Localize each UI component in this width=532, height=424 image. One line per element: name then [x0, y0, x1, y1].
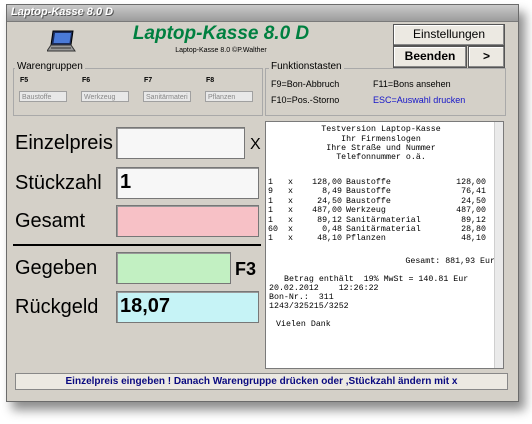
- receipt-item-price: 487,00: [312, 206, 342, 216]
- receipt-item-name: Sanitärmaterial: [346, 225, 421, 234]
- receipt-item-price: 128,00: [312, 178, 342, 187]
- einzelpreis-input[interactable]: [116, 127, 245, 159]
- funktionstasten-group: [265, 68, 506, 116]
- receipt-item-x: x: [288, 206, 293, 216]
- gesamt-label: Gesamt: [15, 210, 86, 232]
- f8-key-label: F8: [206, 77, 215, 84]
- receipt-item-qty: 60: [268, 225, 278, 234]
- einzelpreis-label: Einzelpreis: [15, 132, 113, 154]
- receipt-item-qty: 1: [268, 234, 273, 244]
- warengruppe-f8-name: Pflanzen: [208, 94, 236, 101]
- warengruppe-f6-button[interactable]: Werkzeug: [81, 91, 129, 102]
- receipt-item-name: Werkzeug: [346, 206, 386, 216]
- title-bar: Laptop-Kasse 8.0 D: [7, 5, 518, 22]
- app-subtitle: Laptop-Kasse 8.0 ©P.Walther: [175, 47, 267, 54]
- f10-hint: F10=Pos.-Storno: [271, 95, 340, 105]
- f9-hint: F9=Bon-Abbruch: [271, 79, 340, 89]
- receipt-item-x: x: [288, 178, 293, 187]
- multiply-x-label: X: [250, 136, 261, 153]
- warengruppe-f7-button[interactable]: Sanitärmateri: [143, 91, 191, 102]
- receipt-item-price: 89,12: [317, 215, 342, 225]
- quit-button[interactable]: Beenden: [393, 46, 467, 68]
- gegeben-input[interactable]: [116, 252, 231, 284]
- f5-key-label: F5: [20, 77, 29, 84]
- receipt-item-x: x: [288, 225, 293, 234]
- receipt-item-price: 48,10: [317, 234, 342, 244]
- warengruppen-title: Warengruppen: [15, 61, 85, 72]
- laptop-icon: [46, 29, 77, 55]
- receipt-item-total: 76,41: [461, 187, 486, 197]
- receipt-item-qty: 1: [268, 196, 273, 206]
- stueckzahl-label: Stückzahl: [15, 172, 102, 194]
- receipt-item-price: 0,48: [322, 225, 342, 234]
- receipt-item-x: x: [288, 215, 293, 225]
- window-title: Laptop-Kasse 8.0 D: [11, 6, 114, 18]
- receipt-footer: Vielen Dank: [276, 320, 331, 329]
- app-window: Laptop-Kasse 8.0 D Laptop-Kasse 8.0 D La…: [6, 4, 519, 402]
- receipt-item-total: 48,10: [461, 234, 486, 244]
- receipt-datetime: 20.02.2012 12:26:22: [269, 284, 379, 293]
- receipt-item-x: x: [288, 234, 293, 244]
- receipt-item-x: x: [288, 187, 293, 197]
- receipt-item-name: Baustoffe: [346, 187, 391, 197]
- receipt-item-total: 89,12: [461, 215, 486, 225]
- receipt-item-total: 128,00: [456, 178, 486, 187]
- receipt-item-total: 24,50: [461, 196, 486, 206]
- receipt-item-name: Baustoffe: [346, 196, 391, 206]
- warengruppe-f7-name: Sanitärmateri: [146, 94, 188, 101]
- gegeben-label: Gegeben: [15, 257, 98, 279]
- settings-button-label: Einstellungen: [412, 27, 486, 41]
- f6-key-label: F6: [82, 77, 91, 84]
- receipt-item-price: 8,49: [322, 187, 342, 197]
- warengruppe-f6-name: Werkzeug: [84, 94, 116, 101]
- receipt-scrollbar[interactable]: [494, 122, 503, 368]
- receipt-item-total: 28,80: [461, 225, 486, 234]
- next-button[interactable]: >: [468, 46, 505, 68]
- receipt-item-qty: 1: [268, 206, 273, 216]
- receipt-code: 1243/325215/3252: [269, 302, 349, 311]
- stueckzahl-value: 1: [120, 171, 132, 193]
- receipt-header-line: Ihr Firmenslogen: [341, 135, 421, 144]
- divider-line: [13, 244, 261, 246]
- warengruppe-f8-button[interactable]: Pflanzen: [205, 91, 253, 102]
- rueckgeld-value: 18,07: [120, 295, 171, 317]
- stueckzahl-input[interactable]: 1: [116, 167, 259, 199]
- receipt-item-qty: 9: [268, 187, 273, 197]
- receipt-item-name: Sanitärmaterial: [346, 215, 421, 225]
- receipt-item-total: 487,00: [456, 206, 486, 216]
- receipt-item-name: Pflanzen: [346, 234, 386, 244]
- next-button-label: >: [482, 49, 490, 63]
- rueckgeld-field: 18,07: [116, 291, 259, 323]
- receipt-header-line: Testversion Laptop-Kasse: [321, 125, 441, 134]
- quit-button-label: Beenden: [404, 49, 456, 63]
- esc-hint: ESC=Auswahl drucken: [373, 95, 466, 105]
- receipt-header-line: Ihre Straße und Nummer: [326, 144, 436, 153]
- receipt-item-qty: 1: [268, 178, 273, 187]
- f7-key-label: F7: [144, 77, 153, 84]
- receipt-item-price: 24,50: [317, 196, 342, 206]
- receipt-total: Gesamt: 881,93 Eur: [405, 257, 495, 266]
- f11-hint: F11=Bons ansehen: [373, 79, 451, 89]
- receipt-panel[interactable]: Testversion Laptop-Kasse Ihr Firmensloge…: [265, 121, 504, 369]
- receipt-item-x: x: [288, 196, 293, 206]
- funktionstasten-title: Funktionstasten: [269, 61, 344, 72]
- status-bar: Einzelpreis eingeben ! Danach Warengrupp…: [15, 373, 508, 390]
- receipt-item-qty: 1: [268, 215, 273, 225]
- app-title: Laptop-Kasse 8.0 D: [132, 23, 310, 44]
- receipt-item-name: Baustoffe: [346, 178, 391, 187]
- warengruppe-f5-name: Baustoffe: [22, 94, 52, 101]
- settings-button[interactable]: Einstellungen: [393, 24, 505, 46]
- warengruppe-f5-button[interactable]: Baustoffe: [19, 91, 67, 102]
- receipt-header-line: Telefonnummer o.ä.: [336, 153, 426, 162]
- rueckgeld-label: Rückgeld: [15, 296, 99, 318]
- receipt-vat: Betrag enthält 19% MwSt = 140.81 Eur: [284, 275, 469, 284]
- receipt-bon-number: Bon-Nr.: 311: [269, 293, 334, 302]
- gesamt-field: [116, 205, 259, 237]
- f3-label: F3: [235, 259, 257, 279]
